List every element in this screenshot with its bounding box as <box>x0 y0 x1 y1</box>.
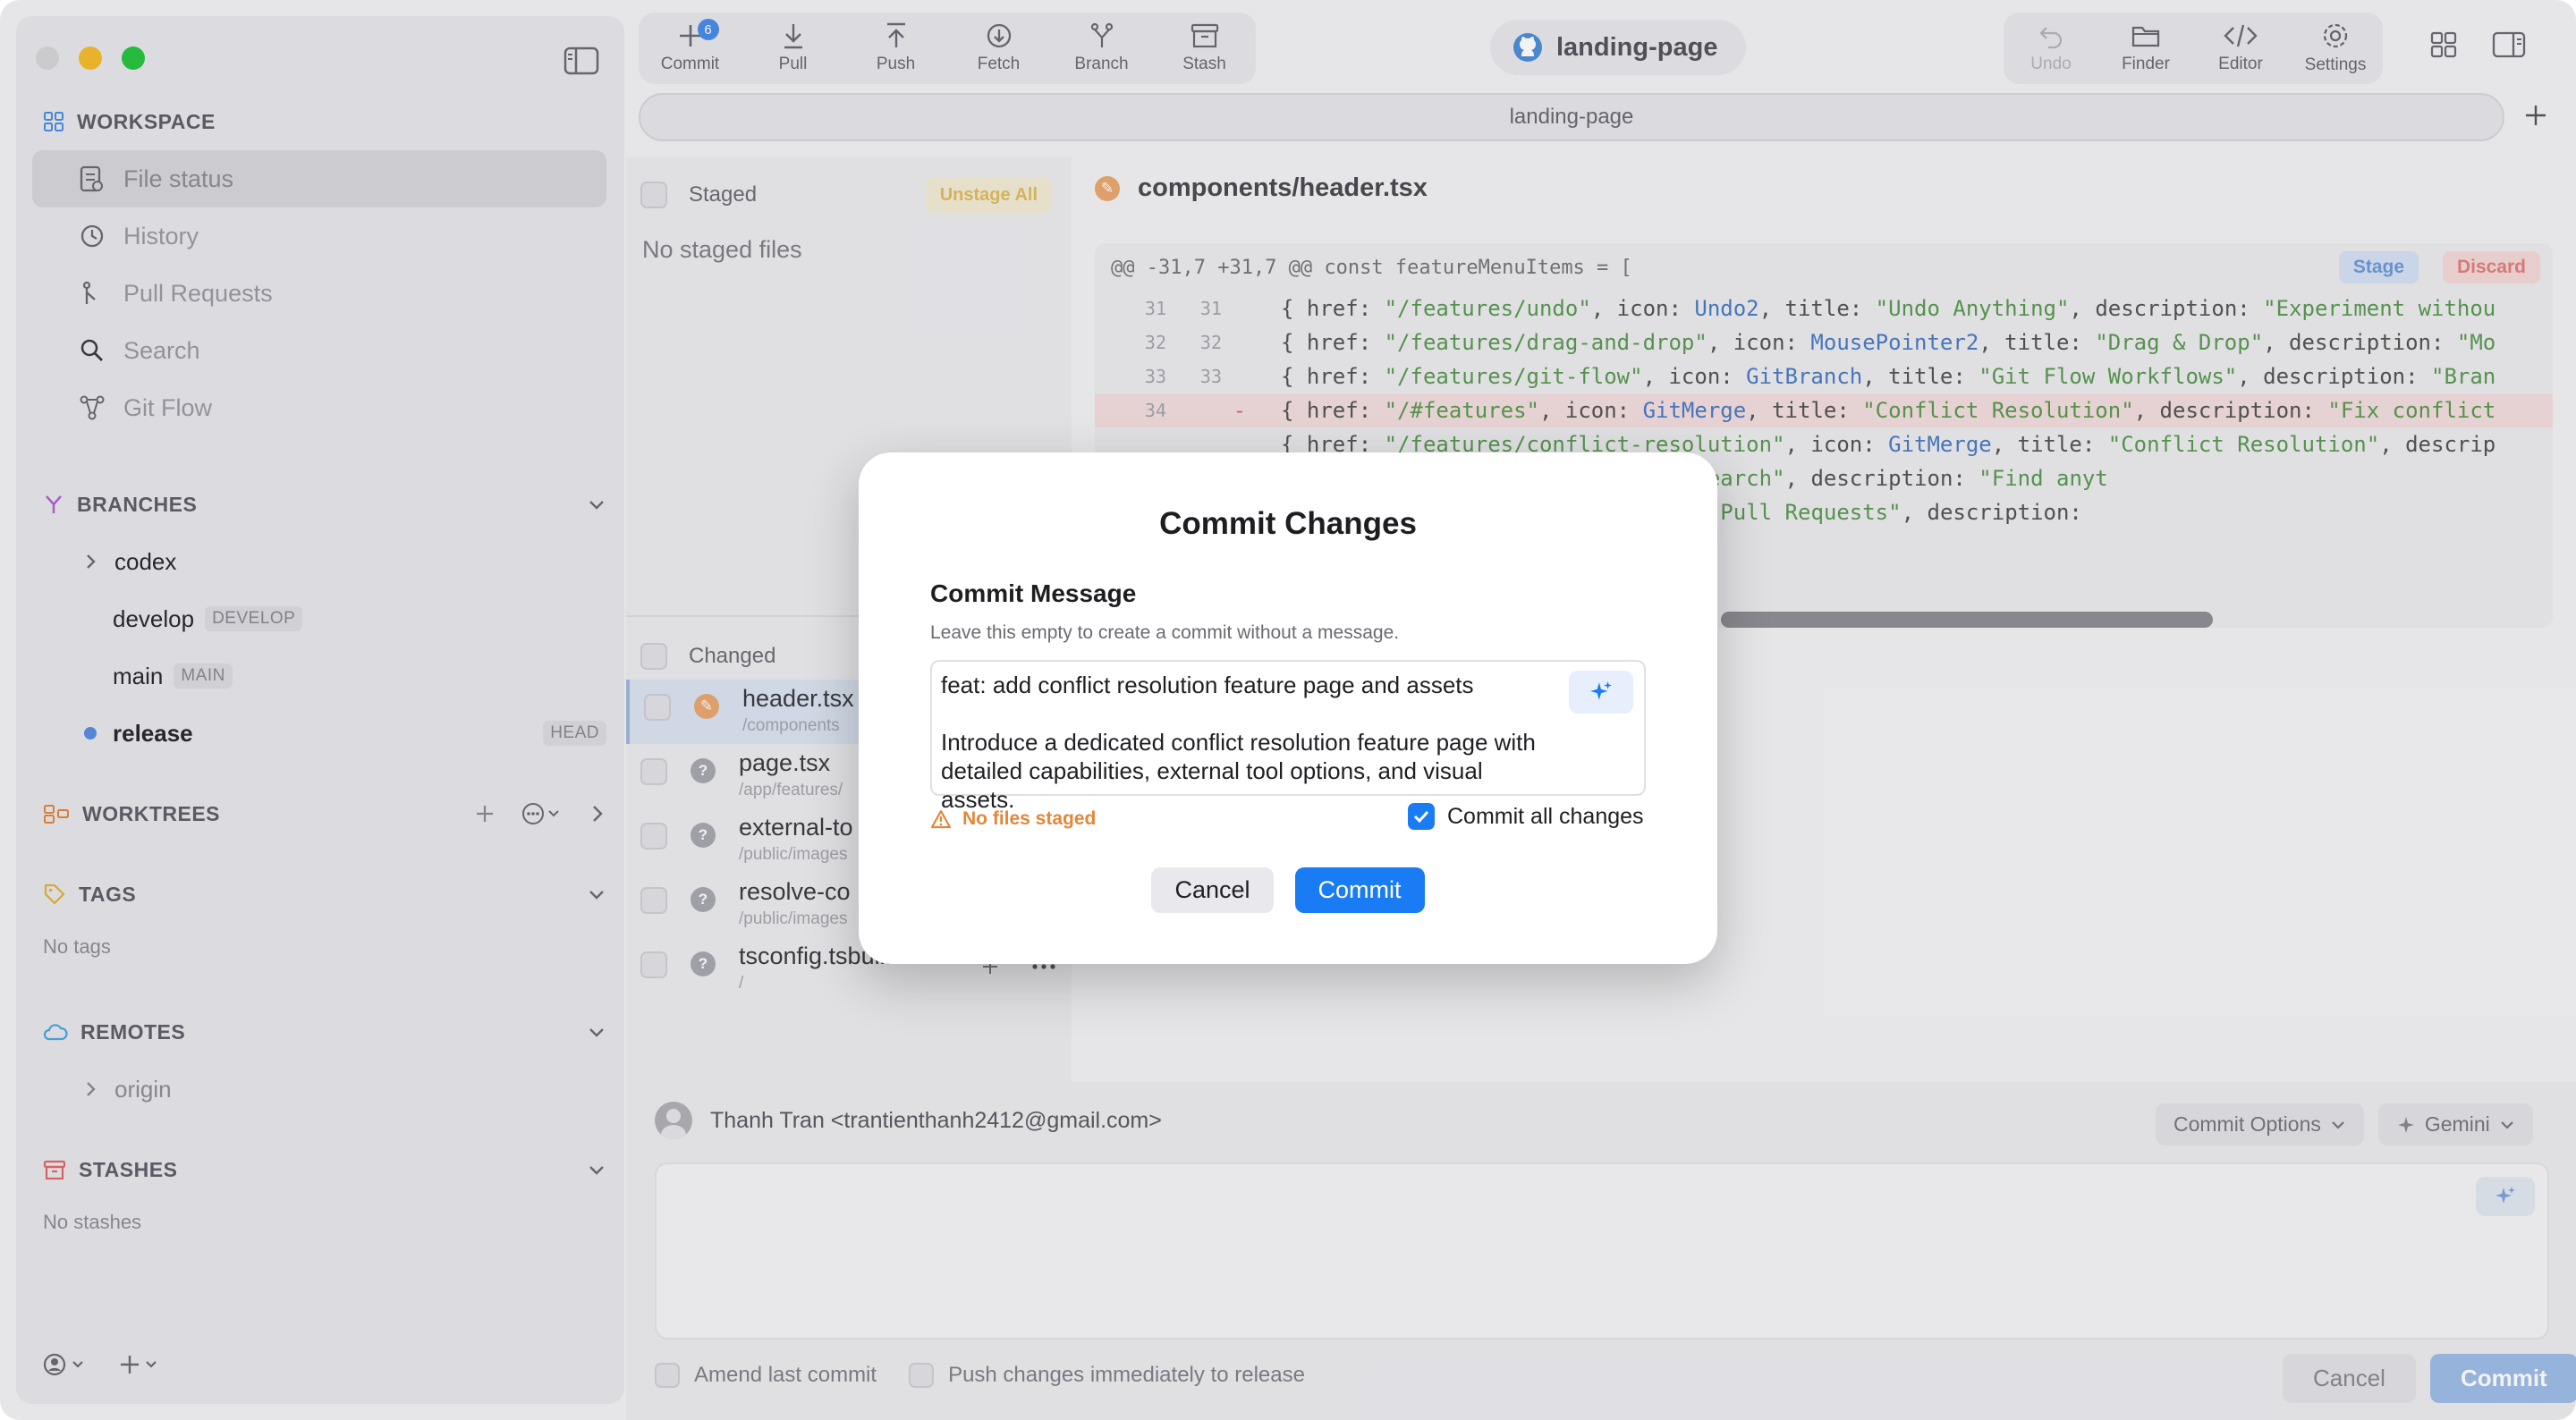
message-subject: feat: add conflict resolution feature pa… <box>941 672 1474 698</box>
commit-message-label: Commit Message <box>930 579 1137 607</box>
dialog-commit-button[interactable]: Commit <box>1294 867 1425 913</box>
warning-text: No files staged <box>962 808 1097 829</box>
sparkle-icon <box>1590 681 1612 700</box>
commit-message-hint: Leave this empty to create a commit with… <box>930 622 1400 643</box>
message-body: Introduce a dedicated conflict resolutio… <box>941 729 1536 813</box>
warning-icon <box>930 809 952 829</box>
dialog-actions: Cancel Commit <box>859 867 1717 913</box>
no-files-staged-warning: No files staged <box>930 808 1096 830</box>
dialog-commit-message-input[interactable]: feat: add conflict resolution feature pa… <box>930 660 1646 813</box>
checkmark-icon <box>1413 810 1429 824</box>
dialog-title: Commit Changes <box>1159 506 1417 541</box>
commit-changes-dialog: Commit Changes Commit Message Leave this… <box>859 452 1717 964</box>
dialog-cancel-button[interactable]: Cancel <box>1151 867 1274 913</box>
commit-all-changes-option[interactable]: Commit all changes <box>1408 803 1644 830</box>
dialog-generate-message-button[interactable] <box>1569 671 1633 714</box>
commit-all-label: Commit all changes <box>1447 803 1644 829</box>
commit-all-checkbox[interactable] <box>1408 803 1435 830</box>
app-window: WORKSPACE File status History Pull Reque… <box>0 0 2576 1420</box>
